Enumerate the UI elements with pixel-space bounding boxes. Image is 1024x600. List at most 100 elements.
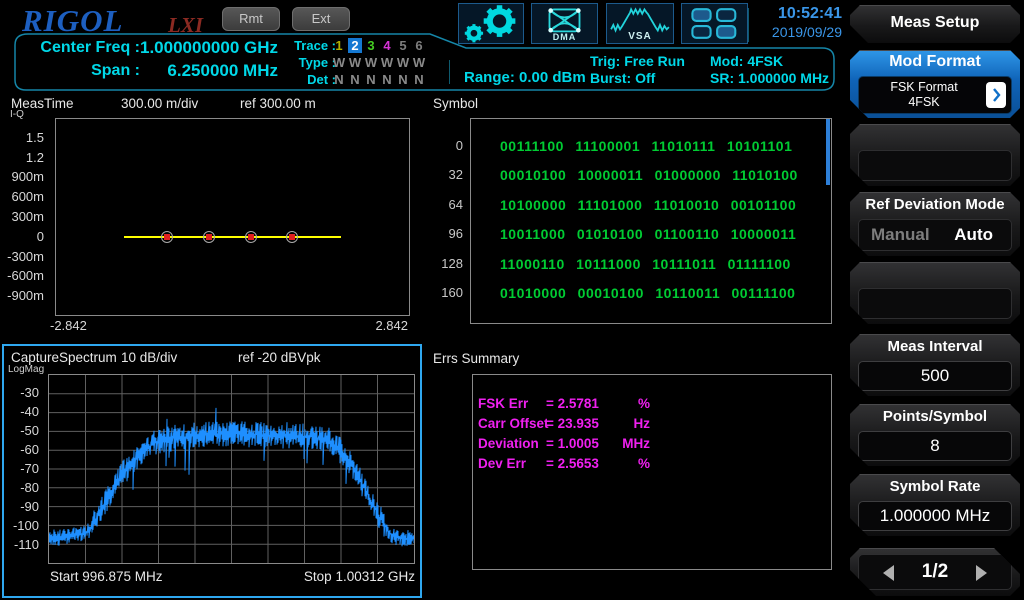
trace-type-3: W <box>364 55 378 70</box>
page-switch-button[interactable]: 1/2 <box>850 548 1020 596</box>
trace-number-4[interactable]: 4 <box>380 38 394 53</box>
err-label: Carr Offset <box>478 416 549 431</box>
err-label: FSK Err <box>478 396 528 411</box>
meastime-ytick: -300m <box>0 249 50 264</box>
ext-button[interactable]: Ext <box>292 7 350 31</box>
spectrum-ytick: -100 <box>0 518 44 533</box>
softkey-blank-1[interactable] <box>850 124 1020 186</box>
submenu-chevron-icon[interactable] <box>986 82 1006 108</box>
info-divider <box>449 60 450 84</box>
symbol-row-index: 96 <box>425 226 463 241</box>
trace-number-1[interactable]: 1 <box>332 38 346 53</box>
err-value: = 2.5653 <box>546 456 599 471</box>
trig-status: Trig: Free Run <box>590 53 685 69</box>
symbol-row-index: 0 <box>425 138 463 153</box>
symbol-row-bits: 10100000 11101000 11010010 00101100 <box>500 197 796 213</box>
spectrum-ytick: -40 <box>0 404 44 419</box>
symbol-row-bits: 11000110 10111000 10111011 01111100 <box>500 256 791 272</box>
meastime-xmax: 2.842 <box>332 318 408 333</box>
err-value: = 23.935 <box>546 416 599 431</box>
spectrum-ytick: -70 <box>0 461 44 476</box>
center-freq-value[interactable]: 1.000000000 GHz <box>120 38 278 58</box>
meas-setup-label: Meas Setup <box>850 14 1020 32</box>
mod-format-label: Mod Format <box>850 53 1020 71</box>
meastime-ytick: -900m <box>0 288 50 303</box>
iq-trace-line <box>124 236 341 238</box>
symbol-row-index: 64 <box>425 197 463 212</box>
symbol-marker-3 <box>289 234 295 240</box>
err-unit: Hz <box>598 416 650 431</box>
spectrum-ytick: -30 <box>0 385 44 400</box>
trace-type-2: W <box>348 55 362 70</box>
sr-status: SR: 1.000000 MHz <box>710 70 829 86</box>
meastime-ytick: 1.2 <box>0 150 50 165</box>
errs-summary-title: Errs Summary <box>433 351 519 366</box>
meastime-ytick: 600m <box>0 189 50 204</box>
trace-number-6[interactable]: 6 <box>412 38 426 53</box>
ref-deviation-auto-option[interactable]: Auto <box>954 225 993 245</box>
spectrum-ytick: -90 <box>0 499 44 514</box>
meastime-scale: 300.00 m/div <box>121 96 198 111</box>
trace-number-3[interactable]: 3 <box>364 38 378 53</box>
symbol-marker-0 <box>164 234 170 240</box>
points-symbol-button[interactable]: Points/Symbol 8 <box>850 404 1020 466</box>
rmt-button[interactable]: Rmt <box>222 7 280 31</box>
range-status: Range: 0.00 dBm <box>464 69 586 86</box>
trace-number-5[interactable]: 5 <box>396 38 410 53</box>
meas-interval-button[interactable]: Meas Interval 500 <box>850 334 1020 396</box>
capturespectrum-scale: 10 dB/div <box>121 350 177 365</box>
capturespectrum-plot[interactable] <box>48 374 415 564</box>
mod-status: Mod: 4FSK <box>710 53 783 69</box>
trace-label: Trace : <box>282 38 336 53</box>
mod-format-button[interactable]: Mod Format FSK Format 4FSK <box>850 50 1020 118</box>
spectrum-ytick: -110 <box>0 537 44 552</box>
err-unit: % <box>598 396 650 411</box>
symbol-title: Symbol <box>433 96 478 111</box>
symbol-rate-button[interactable]: Symbol Rate 1.000000 MHz <box>850 474 1020 536</box>
type-label: Type : <box>282 55 336 70</box>
symbol-rate-value: 1.000000 MHz <box>858 501 1012 531</box>
instrument-screen: RIGOL LXI Rmt Ext <box>0 0 1024 600</box>
symbol-marker-2 <box>248 234 254 240</box>
softkey-blank-2[interactable] <box>850 262 1020 324</box>
span-value[interactable]: 6.250000 MHz <box>120 61 278 81</box>
err-value: = 2.5781 <box>546 396 599 411</box>
page-next-icon[interactable] <box>976 565 987 581</box>
trace-det-1: N <box>332 72 346 87</box>
page-indicator: 1/2 <box>859 561 1011 583</box>
ref-deviation-mode-button[interactable]: Ref Deviation Mode Manual Auto <box>850 192 1020 256</box>
symbol-row-index: 128 <box>425 256 463 271</box>
det-label: Det : <box>282 72 336 87</box>
ref-deviation-manual-option[interactable]: Manual <box>871 225 930 245</box>
burst-status: Burst: Off <box>590 70 655 86</box>
meastime-ytick: 1.5 <box>0 130 50 145</box>
err-unit: % <box>598 456 650 471</box>
meastime-ytick: 0 <box>0 229 50 244</box>
trace-det-2: N <box>348 72 362 87</box>
spectrum-ytick: -50 <box>0 423 44 438</box>
meastime-ytick: 300m <box>0 209 50 224</box>
trace-type-4: W <box>380 55 394 70</box>
trace-det-6: N <box>412 72 426 87</box>
meastime-trace-format: I-Q <box>10 109 24 120</box>
symbol-scrollbar[interactable] <box>826 119 830 185</box>
meas-interval-value: 500 <box>858 361 1012 391</box>
points-symbol-value: 8 <box>858 431 1012 461</box>
spectrum-ytick: -80 <box>0 480 44 495</box>
symbol-row-index: 160 <box>425 285 463 300</box>
symbol-row-index: 32 <box>425 167 463 182</box>
trace-number-2[interactable]: 2 <box>348 38 362 53</box>
system-time: 10:52:41 <box>744 5 842 23</box>
capturespectrum-ref: ref -20 dBVpk <box>238 350 321 365</box>
meastime-plot[interactable] <box>55 118 410 316</box>
meastime-xmin: -2.842 <box>50 318 87 333</box>
points-symbol-label: Points/Symbol <box>850 408 1020 425</box>
spectrum-stop-label: Stop 1.00312 GHz <box>250 569 415 584</box>
meastime-ytick: 900m <box>0 169 50 184</box>
meas-setup-button[interactable]: Meas Setup <box>850 5 1020 43</box>
symbol-row-bits: 01010000 00010100 10110011 00111100 <box>500 285 795 301</box>
spectrum-start-label: Start 996.875 MHz <box>50 569 163 584</box>
err-label: Dev Err <box>478 456 526 471</box>
err-value: = 1.0005 <box>546 436 599 451</box>
symbol-marker-1 <box>206 234 212 240</box>
